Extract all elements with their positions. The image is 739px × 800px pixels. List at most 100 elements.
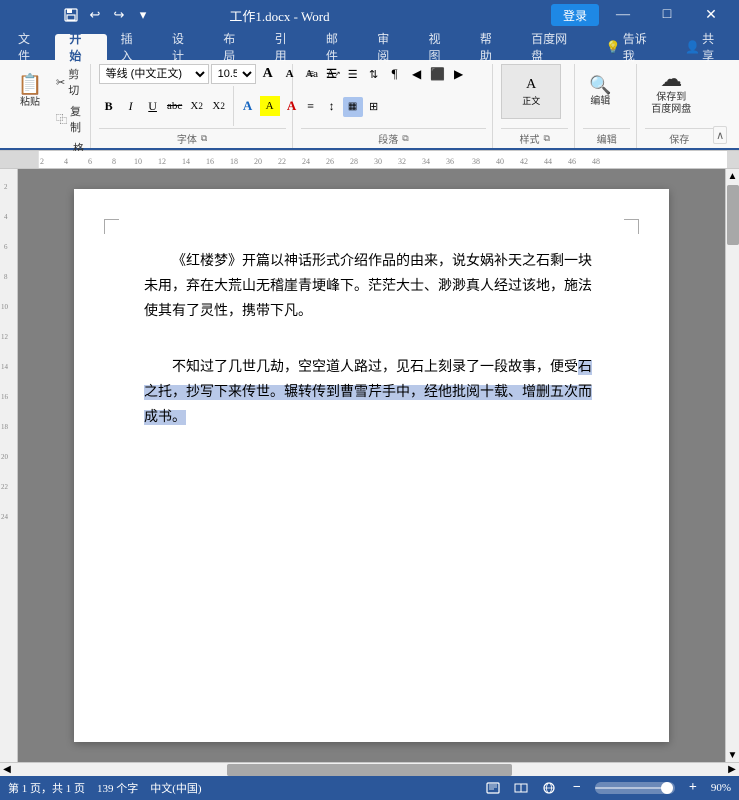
align-right-button[interactable]: ▶ — [449, 64, 469, 84]
zoom-thumb[interactable] — [661, 782, 673, 794]
align-left-button[interactable]: ◀ — [407, 64, 427, 84]
underline-button[interactable]: U — [143, 96, 163, 116]
tab-layout[interactable]: 布局 — [209, 34, 260, 60]
sort-button[interactable]: ⇅ — [364, 64, 384, 84]
font-format-row: B I U abc X2 X2 A A A — [99, 86, 302, 126]
tab-file[interactable]: 文件 — [4, 34, 55, 60]
tab-references[interactable]: 引用 — [261, 34, 312, 60]
svg-text:48: 48 — [592, 157, 600, 166]
cut-button[interactable]: ✂ 剪切 — [52, 64, 88, 100]
svg-text:16: 16 — [1, 393, 9, 401]
document-page: 《红楼梦》开篇以神话形式介绍作品的由来，说女娲补天之石剩一块未用，弃在大荒山无稽… — [74, 189, 669, 742]
scroll-down-button[interactable]: ▼ — [726, 748, 739, 762]
styles-group: A 正文 样式 ⧉ — [495, 64, 575, 148]
font-divider — [233, 86, 234, 126]
normal-style-button[interactable]: A 正文 — [501, 64, 561, 119]
paragraph-1[interactable]: 《红楼梦》开篇以神话形式介绍作品的由来，说女娲补天之石剩一块未用，弃在大荒山无稽… — [144, 249, 599, 325]
svg-text:32: 32 — [398, 157, 406, 166]
restore-button[interactable]: □ — [647, 0, 687, 30]
italic-button[interactable]: I — [121, 96, 141, 116]
document-area[interactable]: 《红楼梦》开篇以神话形式介绍作品的由来，说女娲补天之石剩一块未用，弃在大荒山无稽… — [18, 169, 725, 762]
svg-text:36: 36 — [446, 157, 454, 166]
subscript-button[interactable]: X2 — [187, 96, 207, 116]
zoom-in-button[interactable]: + — [683, 779, 703, 797]
tab-help[interactable]: 帮助 — [466, 34, 517, 60]
find-button[interactable]: 🔍 编辑 — [583, 64, 617, 119]
zoom-slider[interactable] — [595, 782, 675, 794]
text-effect-button[interactable]: A — [238, 96, 258, 116]
vertical-scrollbar[interactable]: ▲ ▼ — [725, 169, 739, 762]
svg-text:14: 14 — [1, 363, 9, 371]
save-to-baidu-button[interactable]: ☁ 保存到百度网盘 — [645, 64, 697, 120]
horizontal-scrollbar[interactable]: ◀ ▶ — [0, 762, 739, 776]
tab-design[interactable]: 设计 — [158, 34, 209, 60]
border-button[interactable]: ⊞ — [364, 97, 384, 117]
ribbon-collapse-button[interactable]: ∧ — [713, 126, 727, 144]
scroll-track[interactable] — [726, 183, 739, 748]
h-scroll-track[interactable] — [14, 763, 725, 776]
line-spacing-button[interactable]: ↕ — [322, 97, 342, 117]
zoom-level[interactable]: 90% — [711, 782, 731, 794]
undo-icon[interactable]: ↩ — [84, 5, 106, 25]
login-button[interactable]: 登录 — [551, 4, 599, 26]
svg-text:28: 28 — [350, 157, 358, 166]
paragraph-dialog-launcher[interactable]: ⧉ — [402, 133, 408, 144]
tab-baidu[interactable]: 百度网盘 — [517, 34, 592, 60]
strikethrough-button[interactable]: abc — [165, 96, 185, 116]
font-group-label: 字体 ⧉ — [99, 128, 286, 148]
copy-button[interactable]: ⿻ 复制 — [52, 101, 88, 137]
minimize-button[interactable]: — — [603, 0, 643, 30]
outline-button[interactable]: ☰ — [343, 64, 363, 84]
window-controls: 登录 — □ ✕ — [551, 0, 731, 30]
tab-mailings[interactable]: 邮件 — [312, 34, 363, 60]
paragraph-2[interactable]: 不知过了几世几劫，空空道人路过，见石上刻录了一段故事，便受石之托，抄写下来传世。… — [144, 355, 599, 431]
tab-home[interactable]: 开始 — [55, 34, 106, 60]
redo-icon[interactable]: ↪ — [108, 5, 130, 25]
scroll-right-button[interactable]: ▶ — [725, 763, 739, 777]
svg-text:20: 20 — [254, 157, 262, 166]
font-dialog-launcher[interactable]: ⧉ — [201, 133, 207, 144]
close-button[interactable]: ✕ — [691, 0, 731, 30]
scroll-thumb[interactable] — [727, 185, 739, 245]
bullets-button[interactable]: ≡ — [301, 64, 321, 84]
justify-button[interactable]: ≡ — [301, 97, 321, 117]
numbering-button[interactable]: ☰ — [322, 64, 342, 84]
font-group: 等线 (中文正文) 10.5 A A Aa A↗ B I U abc X2 — [93, 64, 293, 148]
zoom-out-button[interactable]: − — [567, 779, 587, 797]
save-cloud-group: ☁ 保存到百度网盘 保存 — [639, 64, 719, 148]
font-size-increase-button[interactable]: A — [258, 64, 278, 84]
save-icon[interactable] — [60, 5, 82, 25]
scroll-left-button[interactable]: ◀ — [0, 763, 14, 777]
font-size-select[interactable]: 10.5 — [211, 64, 256, 84]
shading-button[interactable]: ▦ — [343, 97, 363, 117]
read-mode-button[interactable] — [511, 779, 531, 797]
word-count: 139 个字 — [97, 780, 138, 796]
scroll-up-button[interactable]: ▲ — [726, 169, 739, 183]
h-scroll-thumb[interactable] — [227, 764, 511, 776]
page-info: 第 1 页，共 1 页 — [8, 780, 85, 796]
tab-review[interactable]: 审阅 — [363, 34, 414, 60]
corner-mark-tr — [624, 219, 639, 234]
tab-insert[interactable]: 插入 — [107, 34, 158, 60]
bold-button[interactable]: B — [99, 96, 119, 116]
svg-text:10: 10 — [134, 157, 142, 166]
svg-text:12: 12 — [1, 333, 9, 341]
svg-text:10: 10 — [1, 303, 9, 311]
font-name-select[interactable]: 等线 (中文正文) — [99, 64, 209, 84]
align-center-button[interactable]: ⬛ — [428, 64, 448, 84]
paste-button[interactable]: 📋 粘贴 — [10, 64, 50, 119]
clipboard-group: 📋 粘贴 ✂ 剪切 ⿻ 复制 🖌 格式刷 — [4, 64, 91, 148]
tab-tellme[interactable]: 💡告诉我 — [592, 34, 671, 60]
text-highlight-button[interactable]: A — [260, 96, 280, 116]
more-quick-access-icon[interactable]: ▾ — [132, 5, 154, 25]
styles-dialog-launcher[interactable]: ⧉ — [544, 133, 550, 144]
print-layout-button[interactable] — [483, 779, 503, 797]
svg-text:8: 8 — [4, 273, 8, 281]
paragraph-2-normal: 不知过了几世几劫，空空道人路过，见石上刻录了一段故事，便受 — [172, 360, 578, 375]
svg-text:18: 18 — [230, 157, 238, 166]
superscript-button[interactable]: X2 — [209, 96, 229, 116]
tab-share[interactable]: 👤共享 — [671, 34, 739, 60]
tab-view[interactable]: 视图 — [415, 34, 466, 60]
show-paragraph-button[interactable]: ¶ — [385, 64, 405, 84]
web-layout-button[interactable] — [539, 779, 559, 797]
